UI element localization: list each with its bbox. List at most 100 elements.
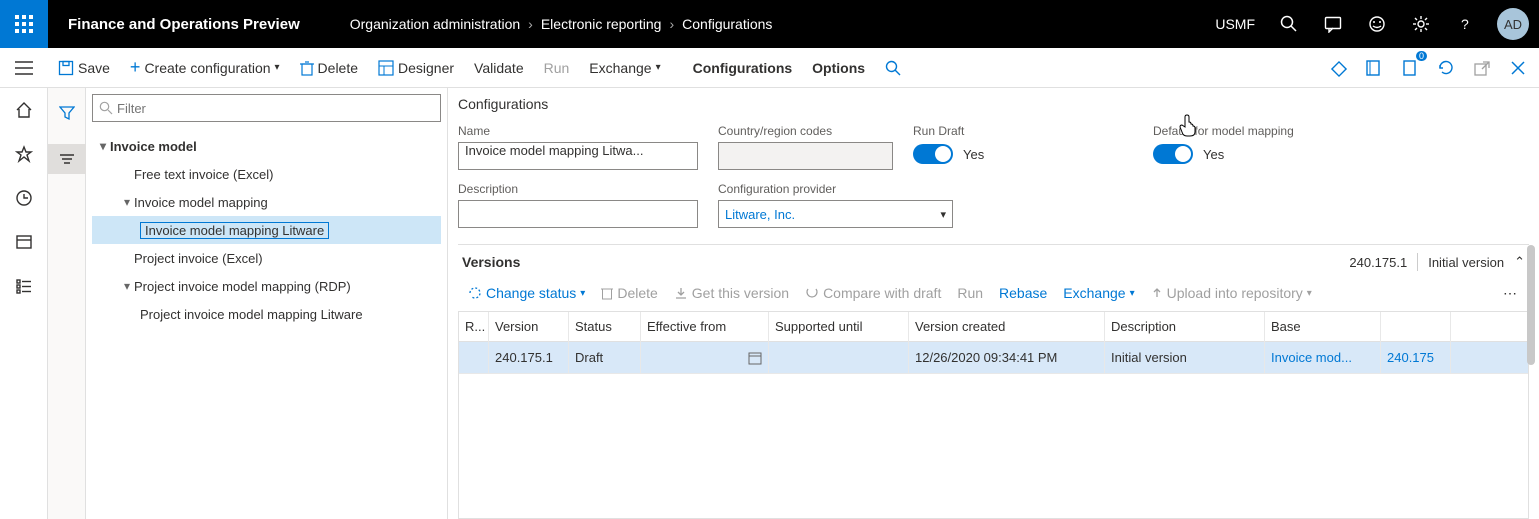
main-area: ▾Invoice model Free text invoice (Excel)… [0,88,1539,519]
details-panel: Configurations Name Invoice model mappin… [448,88,1539,519]
col-supported[interactable]: Supported until [769,312,909,342]
plus-icon: + [130,57,141,78]
breadcrumb-item[interactable]: Electronic reporting [541,16,662,32]
tree-node[interactable]: Project invoice model mapping Litware [92,300,441,328]
search-button[interactable] [1267,0,1311,48]
tree-node-selected[interactable]: Invoice model mapping Litware [92,216,441,244]
app-launcher-button[interactable] [0,0,48,48]
run-button[interactable]: Run [534,48,580,88]
col-status[interactable]: Status [569,312,641,342]
open-in-office-button[interactable] [1357,51,1391,85]
menu-icon [15,61,33,75]
chevron-right-icon: › [669,16,674,32]
more-actions-button[interactable]: ⋯ [1495,285,1525,302]
change-status-button[interactable]: Change status▾ [462,283,591,303]
book-icon [1365,59,1383,77]
home-button[interactable] [0,88,48,132]
upload-icon [1151,286,1163,300]
gear-icon [1412,15,1430,33]
col-created[interactable]: Version created [909,312,1105,342]
default-mapping-toggle[interactable] [1153,144,1193,164]
breadcrumb-item[interactable]: Configurations [682,16,772,32]
delete-button[interactable]: Delete [290,48,368,88]
tree-node[interactable]: Project invoice (Excel) [92,244,441,272]
refresh-button[interactable] [1429,51,1463,85]
workspaces-button[interactable] [0,220,48,264]
col-base[interactable]: Base [1265,312,1381,342]
lines-icon [59,153,75,165]
cell-supported [769,342,909,374]
col-effective[interactable]: Effective from [641,312,769,342]
label-default-mapping: Default for model mapping [1153,124,1403,138]
settings-button[interactable] [1399,0,1443,48]
tree-node[interactable]: ▾Project invoice model mapping (RDP) [92,272,441,300]
col-version[interactable]: Version [489,312,569,342]
save-button[interactable]: Save [48,48,120,88]
versions-delete-button[interactable]: Delete [595,283,663,303]
messages-button[interactable] [1311,0,1355,48]
run-draft-toggle[interactable] [913,144,953,164]
provider-select[interactable]: Litware, Inc.▾ [718,200,953,228]
tree-node[interactable]: ▾Invoice model [92,132,441,160]
versions-run-button[interactable]: Run [951,283,989,303]
app-title: Finance and Operations Preview [48,16,320,33]
collapse-icon: ▾ [120,279,134,293]
trash-icon [300,60,314,76]
document-attachment-button[interactable]: 0 [1393,51,1427,85]
exchange-button[interactable]: Exchange▾ [579,48,670,88]
collapse-icon: ▾ [120,195,134,209]
breadcrumb: Organization administration › Electronic… [350,16,773,32]
create-configuration-button[interactable]: +Create configuration▾ [120,48,290,88]
scrollbar-thumb[interactable] [1527,245,1535,365]
col-description[interactable]: Description [1105,312,1265,342]
compare-with-draft-button[interactable]: Compare with draft [799,283,947,303]
tree-panel: ▾Invoice model Free text invoice (Excel)… [86,88,448,519]
filter-funnel-button[interactable] [52,98,82,128]
help-icon: ? [1456,15,1474,33]
country-input[interactable] [718,142,893,170]
versions-section: Versions 240.175.1 Initial version ⌃ Cha… [458,244,1529,519]
favorites-button[interactable] [0,132,48,176]
close-button[interactable] [1501,51,1535,85]
tree-filter[interactable] [92,94,441,122]
col-base-ver[interactable] [1381,312,1451,342]
versions-exchange-button[interactable]: Exchange▾ [1057,283,1140,303]
cell-r [459,342,489,374]
description-input[interactable] [458,200,698,228]
help-button[interactable]: ? [1443,0,1487,48]
tree-node[interactable]: ▾Invoice model mapping [92,188,441,216]
recent-button[interactable] [0,176,48,220]
upload-repository-button[interactable]: Upload into repository▾ [1145,283,1318,303]
scrollbar[interactable] [1523,245,1535,519]
search-actions-button[interactable] [875,48,911,88]
user-avatar[interactable]: AD [1497,8,1529,40]
options-tab[interactable]: Options [802,48,875,88]
nav-toggle[interactable] [0,48,48,88]
rebase-button[interactable]: Rebase [993,283,1053,303]
search-icon [885,60,901,76]
attachments-button[interactable] [1321,51,1355,85]
filter-input[interactable] [117,101,434,116]
feedback-button[interactable] [1355,0,1399,48]
name-input[interactable]: Invoice model mapping Litwa... [458,142,698,170]
breadcrumb-item[interactable]: Organization administration [350,16,520,32]
cell-base-name[interactable]: Invoice mod... [1265,342,1381,374]
designer-button[interactable]: Designer [368,48,464,88]
tree-node[interactable]: Free text invoice (Excel) [92,160,441,188]
popout-button[interactable] [1465,51,1499,85]
filter-lines-button[interactable] [48,144,86,174]
configurations-tab[interactable]: Configurations [683,48,803,88]
star-icon [15,145,33,163]
col-r[interactable]: R... [459,312,489,342]
cell-effective[interactable] [641,342,769,374]
separator [1417,253,1418,271]
label-country: Country/region codes [718,124,893,138]
cell-base-ver[interactable]: 240.175 [1381,342,1451,374]
grid-row[interactable]: 240.175.1 Draft 12/26/2020 09:34:41 PM I… [459,342,1528,374]
company-picker[interactable]: USMF [1203,16,1267,32]
collapse-icon: ▾ [96,139,110,153]
validate-button[interactable]: Validate [464,48,534,88]
chevron-down-icon: ▾ [275,62,280,73]
modules-button[interactable] [0,264,48,308]
get-this-version-button[interactable]: Get this version [668,283,795,303]
